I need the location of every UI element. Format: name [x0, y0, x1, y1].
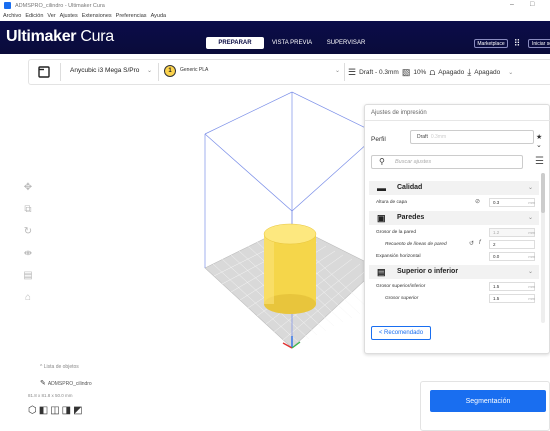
menu-edicion[interactable]: Edición — [25, 13, 43, 19]
view-top-icon[interactable]: ◫ — [50, 405, 61, 416]
per-model-settings-icon[interactable]: ▤ — [15, 268, 41, 284]
category-top-bottom[interactable]: ▤ Superior o inferior ⌄ — [369, 265, 539, 279]
star-icon[interactable]: ★ ⌄ — [536, 133, 549, 149]
menu-archivo[interactable]: Archivo — [3, 13, 21, 19]
menu-ayuda[interactable]: Ayuda — [151, 13, 167, 19]
app-logo: Ultimaker Cura — [6, 28, 114, 45]
rotate-tool-icon[interactable]: ↻ — [15, 224, 41, 240]
folder-icon — [38, 66, 50, 78]
chevron-down-icon: ⌄ — [527, 185, 533, 191]
tab-prepare[interactable]: PREPARAR — [206, 37, 264, 49]
support-blocker-icon[interactable]: ⌂ — [15, 290, 41, 306]
view-right-icon[interactable]: ◩ — [73, 405, 84, 416]
cylinder-model[interactable] — [263, 223, 317, 314]
infill-icon: ▧ — [401, 66, 411, 77]
infill-summary: 10% — [413, 68, 427, 76]
material-selector[interactable]: Generic PLA — [180, 67, 208, 73]
menu-ajustes[interactable]: Ajustes — [60, 13, 78, 19]
object-dimensions: 81.8 x 81.8 x 50.0 mm — [28, 393, 73, 398]
top-bottom-icon: ▤ — [377, 267, 386, 277]
menu-preferencias[interactable]: Preferencias — [116, 13, 147, 19]
quality-icon: ▬ — [377, 183, 386, 193]
tab-monitor[interactable]: SUPERVISAR — [321, 37, 371, 49]
setting-top-bottom-thickness: Grosor superior/inferior 1.5 mm — [376, 282, 535, 291]
move-tool-icon[interactable]: ✥ — [15, 180, 41, 196]
toolbar-divider — [344, 63, 345, 81]
divider — [365, 120, 550, 121]
profile-summary: Draft - 0.3mm — [359, 68, 399, 76]
maximize-button[interactable]: □ — [530, 1, 534, 8]
slice-button[interactable]: Segmentación — [430, 390, 546, 412]
printer-selector[interactable]: Anycubic i3 Mega S/Pro — [70, 67, 139, 74]
view-orientation-buttons[interactable]: ⬡◧◫◨◩ — [28, 405, 85, 416]
reset-icon[interactable]: ↺ — [469, 240, 474, 247]
marketplace-button[interactable]: Marketplace — [474, 39, 508, 48]
chevron-down-icon[interactable]: ⌄ — [335, 67, 340, 74]
tab-preview[interactable]: VISTA PREVIA — [268, 37, 316, 49]
mirror-tool-icon[interactable]: ⇼ — [15, 246, 41, 262]
chevron-down-icon: ⌄ — [527, 269, 533, 275]
print-settings-toggle[interactable]: ☰ Draft - 0.3mm ▧ 10% ⩍ Apagado ⤓ Apagad… — [348, 63, 513, 81]
support-icon: ⩍ — [429, 66, 436, 77]
view-front-icon[interactable]: ◧ — [39, 405, 50, 416]
sliders-icon: ☰ — [348, 66, 357, 77]
object-list-toggle[interactable]: ^ Lista de objetos — [40, 364, 79, 370]
object-name[interactable]: ✎ ADMSPRO_cilindro — [40, 379, 92, 387]
window-title: ADMSPRO_cilindro - Ultimaker Cura — [15, 2, 105, 9]
adhesion-icon: ⤓ — [467, 66, 472, 77]
toolbar-divider — [158, 63, 159, 81]
minimize-button[interactable]: – — [510, 1, 514, 8]
setting-layer-height: Altura de capa ⊘ 0.3 mm — [376, 198, 535, 207]
walls-icon: ▣ — [377, 213, 386, 223]
open-file-button[interactable] — [32, 60, 56, 84]
menu-ver[interactable]: Ver — [47, 13, 55, 19]
setting-wall-line-count: Recuento de líneas de pared ↺ f 2 — [369, 239, 539, 250]
title-bar: ADMSPRO_cilindro - Ultimaker Cura – □ — [0, 0, 550, 11]
cura-window: ADMSPRO_cilindro - Ultimaker Cura – □ Ar… — [0, 0, 550, 431]
cura-app-icon — [4, 2, 11, 9]
view-3d-icon[interactable]: ⬡ — [28, 405, 39, 416]
adhesion-summary: Apagado — [474, 68, 501, 76]
profile-dropdown[interactable]: Draft 0.3mm — [410, 130, 534, 144]
settings-search-input[interactable] — [371, 155, 523, 169]
signin-button[interactable]: Iniciar sesión — [528, 39, 550, 48]
scale-tool-icon[interactable]: ⧉ — [15, 202, 41, 218]
extruder-badge: 1 — [164, 65, 176, 77]
pencil-icon: ✎ — [40, 380, 48, 387]
menu-bar: Archivo Edición Ver Ajustes Extensiones … — [0, 11, 550, 21]
panel-title: Ajustes de impresión — [371, 110, 427, 116]
support-summary: Apagado — [438, 68, 465, 76]
chevron-down-icon: ⌄ — [527, 215, 533, 221]
chevron-down-icon: ⌄ — [508, 69, 514, 76]
search-icon: ⚲ — [379, 157, 385, 166]
menu-extensiones[interactable]: Extensiones — [82, 13, 112, 19]
apps-grid-icon[interactable]: ⠿ — [512, 38, 522, 49]
function-icon[interactable]: f — [479, 240, 481, 246]
category-walls[interactable]: ▣ Paredes ⌄ — [369, 211, 539, 225]
category-quality[interactable]: ▬ Calidad ⌄ — [369, 181, 539, 195]
setting-wall-thickness: Grosor de la pared 1.2 mm — [376, 228, 535, 237]
print-settings-panel: Ajustes de impresión Perfil Draft 0.3mm ★… — [364, 104, 550, 354]
settings-visibility-menu-icon[interactable]: ☰ — [535, 156, 544, 167]
setting-horizontal-expansion: Expansión horizontal 0.0 mm — [376, 252, 535, 261]
model-tools: ✥ ⧉ ↻ ⇼ ▤ ⌂ — [15, 170, 41, 330]
setting-top-thickness: Grosor superior 1.5 mm — [385, 294, 535, 303]
toolbar-divider — [60, 63, 61, 81]
link-icon[interactable]: ⊘ — [475, 198, 480, 205]
view-left-icon[interactable]: ◨ — [62, 405, 73, 416]
profile-label: Perfil — [371, 136, 386, 143]
recommended-button[interactable]: < Recomendado — [371, 326, 431, 340]
chevron-down-icon[interactable]: ⌄ — [147, 67, 152, 74]
wall-line-count-input[interactable]: 2 — [489, 240, 535, 249]
scrollbar-thumb[interactable] — [541, 173, 545, 213]
search-placeholder: Buscar ajustes — [395, 159, 432, 165]
